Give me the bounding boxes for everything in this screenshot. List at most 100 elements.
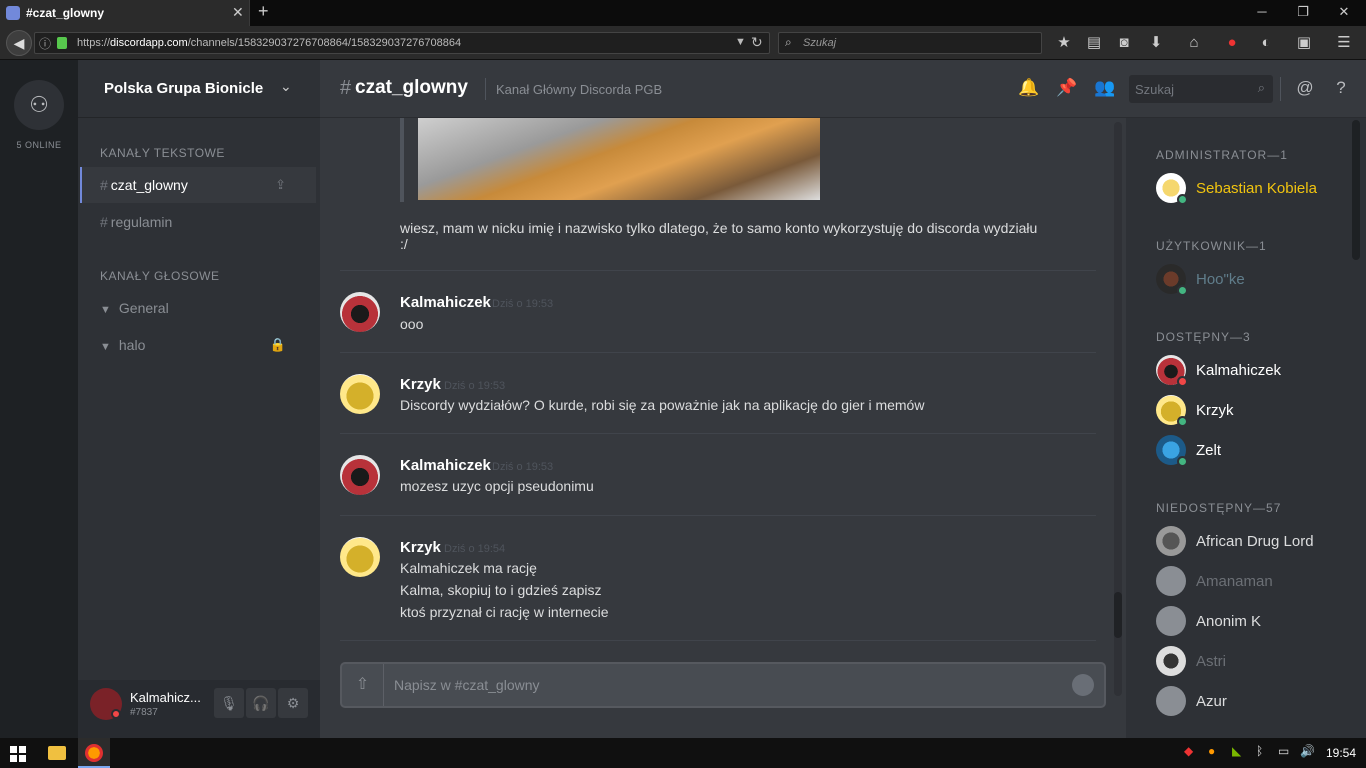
upload-icon[interactable]: ⇧ [342, 664, 384, 706]
message-author[interactable]: Krzyk [400, 539, 441, 556]
back-button[interactable]: ◀ [6, 30, 32, 56]
firefox-icon [85, 744, 103, 762]
restore-button[interactable]: ❐ [1293, 4, 1313, 20]
search-icon: ⌕ [1257, 80, 1265, 95]
message-author[interactable]: Kalmahiczek [400, 294, 491, 311]
message-author[interactable]: Kalmahiczek [400, 457, 491, 474]
voice-channel-general[interactable]: ▼ General [80, 290, 316, 326]
online-count: 5 ONLINE [16, 140, 62, 150]
notification-bell-icon[interactable]: 🔔 [1018, 78, 1040, 98]
mute-mic-icon[interactable]: 🎙 [214, 688, 244, 718]
firefox-taskbar-button[interactable] [78, 738, 110, 768]
server-list: ⚇ 5 ONLINE [0, 60, 78, 738]
taskbar-clock[interactable]: 19:54 [1326, 746, 1356, 760]
member-name: Kalmahiczek [1196, 362, 1282, 379]
browser-search-input[interactable]: ⌕ Szukaj [778, 32, 1042, 54]
member-list-scrollbar[interactable] [1352, 120, 1360, 260]
member-name: Astri [1196, 653, 1226, 670]
member-item[interactable]: Zelt [1156, 433, 1356, 469]
friends-home-icon[interactable]: ⚇ [14, 80, 64, 130]
settings-gear-icon[interactable]: ⚙ [278, 688, 308, 718]
browser-nav-bar: ◀ ⓘ https://discordapp.com/channels/1583… [0, 26, 1366, 60]
windows-taskbar: ◆ ● ◣ ᛒ ▭ 🔊 19:54 [0, 738, 1366, 768]
tray-app-icon[interactable]: ◆ [1184, 744, 1193, 758]
status-dnd-icon [111, 709, 121, 719]
volume-icon[interactable]: 🔊 [1300, 744, 1315, 758]
ublock-icon[interactable]: ● [1222, 34, 1242, 52]
chevron-down-icon[interactable]: ⌄ [280, 78, 292, 95]
deafen-icon[interactable]: 🎧 [246, 688, 276, 718]
discord-default-avatar-icon [1156, 686, 1186, 716]
avatar[interactable] [340, 292, 380, 332]
extension-icon[interactable]: ◐ [1256, 34, 1276, 52]
invite-icon[interactable]: ⇪ [275, 167, 286, 203]
pocket-icon[interactable]: ◙ [1114, 34, 1134, 52]
reading-list-icon[interactable]: ▤ [1084, 34, 1104, 52]
avatar[interactable] [340, 374, 380, 414]
tab-title: #czat_glowny [26, 6, 105, 20]
lock-icon: 🔒 [269, 337, 286, 352]
pin-icon[interactable]: 📌 [1056, 78, 1078, 98]
discord-default-avatar-icon [1156, 606, 1186, 636]
network-icon[interactable]: ▭ [1278, 744, 1289, 758]
message-text: :/ [400, 236, 408, 252]
voice-channel-halo[interactable]: ▼ halo 🔒 [80, 327, 316, 363]
composer-placeholder[interactable]: Napisz w #czat_glowny [394, 677, 540, 693]
emoji-picker-icon[interactable] [1072, 674, 1094, 696]
scrollbar-thumb[interactable] [1114, 592, 1122, 638]
member-item[interactable]: Azur [1156, 684, 1356, 720]
member-name: Sebastian Kobiela [1196, 180, 1317, 197]
minimize-button[interactable]: ─ [1252, 4, 1272, 19]
new-tab-button[interactable]: + [258, 1, 269, 22]
message-author[interactable]: Krzyk [400, 376, 441, 393]
member-item[interactable]: Anonim K [1156, 604, 1356, 640]
message-text: ooo [400, 316, 424, 332]
info-icon[interactable]: ⓘ [39, 35, 51, 52]
help-icon[interactable]: ? [1330, 78, 1352, 98]
windows-start-icon[interactable] [10, 746, 26, 762]
close-window-button[interactable]: ✕ [1334, 4, 1354, 20]
file-explorer-icon[interactable] [48, 746, 66, 760]
channel-czat-glowny[interactable]: # czat_glowny ⇪ [80, 167, 316, 203]
channel-search-input[interactable]: Szukaj ⌕ [1129, 75, 1273, 103]
member-item[interactable]: Hoo"ke [1156, 262, 1356, 298]
close-tab-icon[interactable]: ✕ [232, 4, 244, 21]
extension-s-icon[interactable]: ▣ [1294, 34, 1314, 52]
discord-default-avatar-icon [1156, 566, 1186, 596]
menu-icon[interactable]: ☰ [1334, 34, 1354, 52]
browser-tab[interactable]: #czat_glowny ✕ [0, 0, 250, 26]
bluetooth-icon[interactable]: ᛒ [1256, 744, 1263, 758]
member-name: Hoo"ke [1196, 271, 1245, 288]
member-item[interactable]: Krzyk [1156, 393, 1356, 429]
image-embed[interactable] [400, 118, 820, 202]
nvidia-icon[interactable]: ◣ [1232, 744, 1241, 758]
mentions-at-icon[interactable]: @ [1294, 78, 1316, 98]
text-channels-category[interactable]: KANAŁY TEKSTOWE [100, 146, 225, 160]
message-composer[interactable]: ⇧ Napisz w #czat_glowny [340, 662, 1106, 708]
member-item[interactable]: African Drug Lord [1156, 524, 1356, 560]
bookmark-star-icon[interactable]: ★ [1054, 34, 1074, 52]
message-text: Kalma, skopiuj to i gdzieś zapisz [400, 582, 602, 598]
status-online-icon [1177, 456, 1188, 467]
member-list-icon[interactable]: 👥 [1094, 78, 1116, 98]
url-bar[interactable]: ⓘ https://discordapp.com/channels/158329… [34, 32, 770, 54]
home-icon[interactable]: ⌂ [1184, 34, 1204, 52]
member-item[interactable]: Amanaman [1156, 564, 1356, 600]
tray-app-icon[interactable]: ● [1208, 744, 1215, 758]
member-item[interactable]: Astri [1156, 644, 1356, 680]
voice-channels-category[interactable]: KANAŁY GŁOSOWE [100, 269, 219, 283]
member-item[interactable]: Sebastian Kobiela [1156, 171, 1356, 207]
message-divider [340, 433, 1096, 434]
avatar[interactable] [340, 537, 380, 577]
avatar[interactable] [340, 455, 380, 495]
message-timestamp: Dziś o 19:53 [444, 380, 506, 392]
avatar [1156, 646, 1186, 676]
chat-scrollbar[interactable] [1114, 122, 1122, 696]
channel-regulamin[interactable]: # regulamin [80, 204, 316, 240]
member-item[interactable]: Kalmahiczek [1156, 353, 1356, 389]
download-icon[interactable]: ⬇ [1146, 34, 1166, 52]
reload-icon[interactable]: ↻ [751, 34, 763, 51]
embedded-image[interactable] [418, 118, 820, 200]
server-header[interactable]: Polska Grupa Bionicle ⌄ [78, 60, 320, 118]
url-dropdown-icon[interactable]: ▼ [735, 36, 746, 48]
